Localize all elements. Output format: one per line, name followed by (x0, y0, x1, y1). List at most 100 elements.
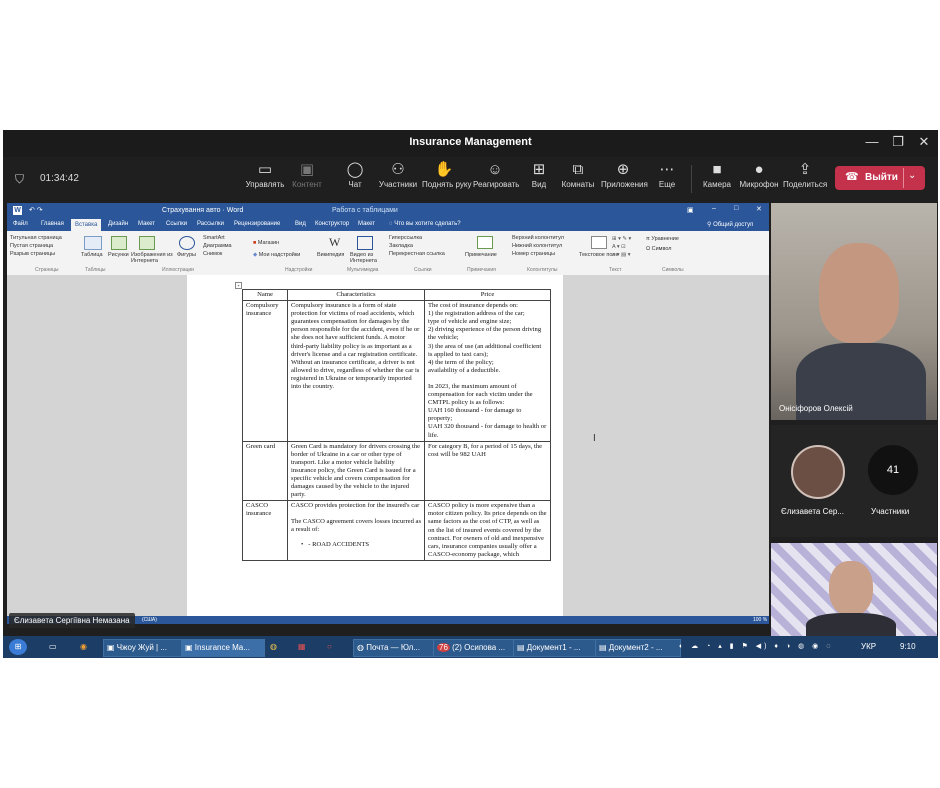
taskbar-app[interactable]: ▣ Чжоу Жуй | ... (103, 639, 183, 657)
table-row: CASCO insurance CASCO provides protectio… (242, 500, 551, 561)
tab-home[interactable]: Главная (41, 221, 64, 227)
start-button[interactable]: ⊞ (9, 639, 27, 655)
word-icon: ▤ (599, 643, 609, 652)
chevron-down-icon[interactable]: ⌄ (908, 170, 916, 181)
bookmark-button[interactable]: Закладка (389, 242, 445, 250)
video-tile-third[interactable] (771, 543, 937, 638)
cover-page-button[interactable]: Титульная страница (10, 234, 62, 242)
video-tile-main[interactable]: Онісіфоров Олексій (771, 203, 937, 420)
share-button[interactable]: ⇪ Поделиться (783, 160, 827, 189)
avatar[interactable] (791, 445, 845, 499)
view-button[interactable]: ⊞ Вид (517, 160, 561, 189)
opera-icon[interactable]: ○ (327, 639, 332, 655)
screenshot-button[interactable]: Снимок (203, 250, 232, 258)
react-button[interactable]: ☺ Реагировать (473, 160, 519, 189)
maximize-button[interactable]: ❐ (887, 134, 909, 152)
explorer-icon[interactable]: ▭ (49, 639, 57, 655)
content-button[interactable]: ▣ Контент (285, 160, 329, 189)
camera-button[interactable]: ■ Камера (695, 160, 739, 189)
tab-layout[interactable]: Макет (138, 221, 155, 227)
blank-page-button[interactable]: Пустая страница (10, 242, 62, 250)
tab-mailings[interactable]: Рассылки (197, 221, 224, 227)
document-area: + Name Characteristics Price Compulsory … (7, 275, 769, 624)
store-button[interactable]: Магазин (258, 240, 279, 246)
hyperlink-button[interactable]: Гиперссылка (389, 234, 445, 242)
text-tools-icon[interactable]: ⊞ ▾ ✎ ▾ A ▾ ⊡ ≡ ▾ ▤ ▾ (612, 235, 631, 259)
online-pictures-button[interactable]: Изображения из Интернета (131, 252, 177, 264)
tab-view[interactable]: Вид (295, 221, 306, 227)
pictures-button[interactable]: Рисунки (108, 252, 129, 258)
word-close-button[interactable]: ✕ (756, 205, 762, 213)
tab-table-layout[interactable]: Макет (358, 221, 375, 227)
table-move-handle[interactable]: + (235, 282, 242, 289)
chrome-icon[interactable]: ◍ (270, 639, 277, 655)
close-button[interactable]: ✕ (913, 134, 935, 152)
table-button[interactable]: Таблица (81, 252, 103, 258)
shapes-button[interactable]: Фигуры (177, 252, 196, 258)
symbols-group: π Уравнение Ω Символ (646, 234, 679, 254)
wikipedia-button[interactable]: Википедия (317, 252, 344, 258)
participant-video (819, 243, 899, 343)
pages-group: Титульная страница Пустая страница Разры… (10, 234, 62, 258)
tab-table-design[interactable]: Конструктор (315, 221, 349, 227)
smartart-button[interactable]: SmartArt (203, 234, 232, 242)
word-minimize-button[interactable]: – (712, 205, 716, 212)
table-header-row: Name Characteristics Price (242, 288, 551, 302)
page-break-button[interactable]: Разрыв страницы (10, 250, 62, 258)
teams-icon: ▣ (185, 643, 195, 652)
rooms-button[interactable]: ⧉ Комнаты (556, 160, 600, 189)
header-footer-group: Верхний колонтитул Нижний колонтитул Ном… (512, 234, 564, 258)
tab-review[interactable]: Рецензирование (234, 221, 280, 227)
people-button[interactable]: ⚇ Участники (376, 160, 420, 189)
participants-strip: Єлизавета Сер... 41 Участники (771, 425, 937, 537)
chrome-icon: ◍ (357, 643, 367, 652)
mic-button[interactable]: ● Микрофон (737, 160, 781, 189)
more-button[interactable]: ⋯ Еще (645, 160, 689, 189)
ribbon-display-icon[interactable]: ▣ (687, 206, 694, 214)
minimize-button[interactable]: — (861, 134, 883, 152)
comment-button[interactable]: Примечание (465, 252, 497, 258)
tab-design[interactable]: Дизайн (108, 221, 128, 227)
taskbar-app[interactable]: ▣ Insurance Ma... (181, 639, 265, 657)
online-picture-icon (139, 236, 155, 250)
chat-icon: ◯ (346, 161, 364, 178)
participant-count[interactable]: 41 (868, 445, 918, 495)
teams-meeting-window: Insurance Management — ❐ ✕ ⛉ 01:34:42 ▭ У… (3, 130, 938, 658)
app-icon[interactable]: ▦ (298, 639, 306, 655)
leave-button[interactable]: ☎ Выйти ⌄ (835, 166, 925, 190)
browser-icon[interactable]: ◉ (80, 639, 87, 655)
content-icon: ▣ (299, 161, 315, 178)
raise-hand-button[interactable]: ✋ Поднять руку (422, 160, 471, 189)
clock[interactable]: 9:10 (900, 639, 916, 655)
present-button[interactable]: ▭ Управлять (243, 160, 287, 189)
word-restore-button[interactable]: □ (734, 205, 738, 212)
zoom-level[interactable]: 100 % (753, 617, 767, 623)
symbol-button[interactable]: Символ (652, 246, 672, 252)
addins-group: ■ Магазин ◆ Мои надстройки (253, 237, 300, 261)
system-tray-icons[interactable]: ◐ ☁ ◔ ▴ ▮ ⚑ ◀) ♦ ◑ ◍ ◉ ◌ (679, 639, 849, 655)
footer-button[interactable]: Нижний колонтитул (512, 242, 564, 250)
chat-button[interactable]: ◯ Чат (333, 160, 377, 189)
tab-references[interactable]: Ссылки (166, 221, 187, 227)
equation-button[interactable]: Уравнение (651, 236, 679, 242)
taskbar-app[interactable]: ▤ Документ2 - ... (595, 639, 681, 657)
document-page[interactable]: + Name Characteristics Price Compulsory … (187, 275, 596, 624)
taskbar-app[interactable]: ▤ Документ1 - ... (513, 639, 599, 657)
online-video-button[interactable]: Видео из Интернета (350, 252, 386, 264)
word-title-bar: W ↶ ↷ Страхування авто · Word Работа с т… (7, 203, 769, 219)
tell-me-search[interactable]: ◌ Что вы хотите сделать? (389, 221, 461, 227)
taskbar-app[interactable]: 76 (2) Осипова ... (433, 639, 517, 657)
tab-file[interactable]: Файл (13, 221, 28, 227)
chart-button[interactable]: Диаграмма (203, 242, 232, 250)
my-addins-button[interactable]: Мои надстройки (259, 252, 301, 258)
header-button[interactable]: Верхний колонтитул (512, 234, 564, 242)
taskbar-app[interactable]: ◍ Почта — Юл... (353, 639, 435, 657)
header-price: Price (424, 288, 551, 302)
share-doc-button[interactable]: ⚲ Общий доступ (707, 221, 753, 228)
undo-icon[interactable]: ↶ ↷ (29, 206, 43, 214)
language-indicator[interactable]: УКР (861, 639, 876, 655)
page-number-button[interactable]: Номер страницы (512, 250, 564, 258)
tab-insert[interactable]: Вставка (71, 219, 102, 231)
apps-button[interactable]: ⊕ Приложения (601, 160, 648, 189)
cross-reference-button[interactable]: Перекрестная ссылка (389, 250, 445, 258)
